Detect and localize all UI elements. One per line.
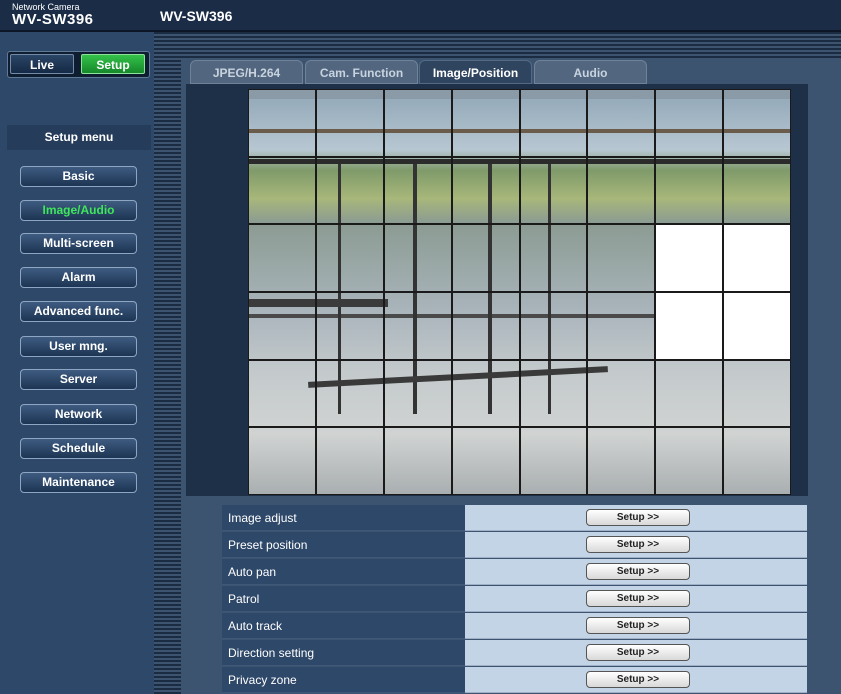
sidebar-item-user-mng[interactable]: User mng. (20, 336, 137, 357)
grid-cell[interactable] (384, 89, 452, 157)
stripe-divider-vertical (154, 32, 181, 694)
grid-cell[interactable] (587, 89, 655, 157)
sidebar-item-image-audio[interactable]: Image/Audio (20, 200, 137, 221)
grid-cell[interactable] (655, 292, 723, 360)
grid-cell[interactable] (452, 157, 520, 224)
privacy-zone-setup-button[interactable]: Setup >> (586, 671, 690, 688)
setup-menu-title: Setup menu (7, 125, 151, 150)
settings-row-image-adjust: Image adjust Setup >> (222, 505, 807, 531)
grid-cell[interactable] (248, 224, 316, 292)
grid-cell[interactable] (655, 224, 723, 292)
tab-cam-function[interactable]: Cam. Function (305, 60, 418, 84)
sidebar-item-schedule[interactable]: Schedule (20, 438, 137, 459)
grid-cell[interactable] (384, 224, 452, 292)
settings-row-privacy-zone: Privacy zone Setup >> (222, 667, 807, 693)
grid-cell[interactable] (587, 360, 655, 427)
setup-button[interactable]: Setup (81, 54, 145, 74)
row-label: Patrol (222, 586, 465, 612)
sidebar-item-server[interactable]: Server (20, 369, 137, 390)
grid-cell[interactable] (520, 292, 587, 360)
grid-cell[interactable] (316, 292, 384, 360)
brand-logo: Network Camera WV-SW396 (12, 3, 152, 28)
tab-audio[interactable]: Audio (534, 60, 647, 84)
grid-cell[interactable] (384, 157, 452, 224)
grid-cell[interactable] (248, 360, 316, 427)
grid-cell[interactable] (316, 224, 384, 292)
auto-track-setup-button[interactable]: Setup >> (586, 617, 690, 634)
grid-cell[interactable] (723, 360, 791, 427)
grid-cell[interactable] (520, 360, 587, 427)
page-title: WV-SW396 (160, 8, 233, 24)
sidebar-item-alarm[interactable]: Alarm (20, 267, 137, 288)
settings-row-direction-setting: Direction setting Setup >> (222, 640, 807, 666)
grid-cell[interactable] (452, 292, 520, 360)
settings-row-auto-pan: Auto pan Setup >> (222, 559, 807, 585)
grid-cell[interactable] (316, 360, 384, 427)
grid-cell[interactable] (452, 89, 520, 157)
grid-cell[interactable] (587, 157, 655, 224)
grid-cell[interactable] (452, 224, 520, 292)
grid-cell[interactable] (452, 360, 520, 427)
grid-cell[interactable] (723, 89, 791, 157)
grid-cell[interactable] (384, 427, 452, 495)
grid-cell[interactable] (655, 89, 723, 157)
tab-image-position[interactable]: Image/Position (419, 60, 532, 84)
live-button[interactable]: Live (10, 54, 74, 74)
grid-cell[interactable] (520, 224, 587, 292)
sidebar-item-advanced-func[interactable]: Advanced func. (20, 301, 137, 322)
preset-position-setup-button[interactable]: Setup >> (586, 536, 690, 553)
brand-model: WV-SW396 (12, 11, 94, 28)
sidebar-item-network[interactable]: Network (20, 404, 137, 425)
grid-cell[interactable] (587, 224, 655, 292)
tab-jpeg-h264[interactable]: JPEG/H.264 (190, 60, 303, 84)
grid-cell[interactable] (248, 89, 316, 157)
row-label: Preset position (222, 532, 465, 558)
grid-cell[interactable] (655, 157, 723, 224)
grid-cell[interactable] (520, 157, 587, 224)
image-adjust-setup-button[interactable]: Setup >> (586, 509, 690, 526)
direction-setting-setup-button[interactable]: Setup >> (586, 644, 690, 661)
grid-cell[interactable] (723, 427, 791, 495)
grid-cell[interactable] (384, 292, 452, 360)
row-label: Privacy zone (222, 667, 465, 693)
grid-cell[interactable] (452, 427, 520, 495)
grid-cell[interactable] (384, 360, 452, 427)
grid-cell[interactable] (655, 427, 723, 495)
stripe-divider-horizontal (181, 32, 841, 58)
grid-cell[interactable] (723, 224, 791, 292)
grid-cell[interactable] (248, 157, 316, 224)
grid-cell[interactable] (655, 360, 723, 427)
row-label: Image adjust (222, 505, 465, 531)
grid-cell[interactable] (248, 292, 316, 360)
sidebar-item-multi-screen[interactable]: Multi-screen (20, 233, 137, 254)
grid-cell[interactable] (316, 427, 384, 495)
settings-row-auto-track: Auto track Setup >> (222, 613, 807, 639)
row-label: Auto track (222, 613, 465, 639)
sidebar-item-maintenance[interactable]: Maintenance (20, 472, 137, 493)
sidebar-item-basic[interactable]: Basic (20, 166, 137, 187)
row-label: Direction setting (222, 640, 465, 666)
settings-row-patrol: Patrol Setup >> (222, 586, 807, 612)
patrol-setup-button[interactable]: Setup >> (586, 590, 690, 607)
grid-cell[interactable] (723, 292, 791, 360)
grid-cell[interactable] (587, 292, 655, 360)
settings-row-preset-position: Preset position Setup >> (222, 532, 807, 558)
grid-cell[interactable] (587, 427, 655, 495)
camera-image[interactable] (248, 89, 791, 495)
grid-cell[interactable] (520, 89, 587, 157)
row-label: Auto pan (222, 559, 465, 585)
grid-cell[interactable] (520, 427, 587, 495)
grid-cell[interactable] (723, 157, 791, 224)
grid-cell[interactable] (316, 89, 384, 157)
grid-cell[interactable] (248, 427, 316, 495)
grid-cell[interactable] (316, 157, 384, 224)
auto-pan-setup-button[interactable]: Setup >> (586, 563, 690, 580)
